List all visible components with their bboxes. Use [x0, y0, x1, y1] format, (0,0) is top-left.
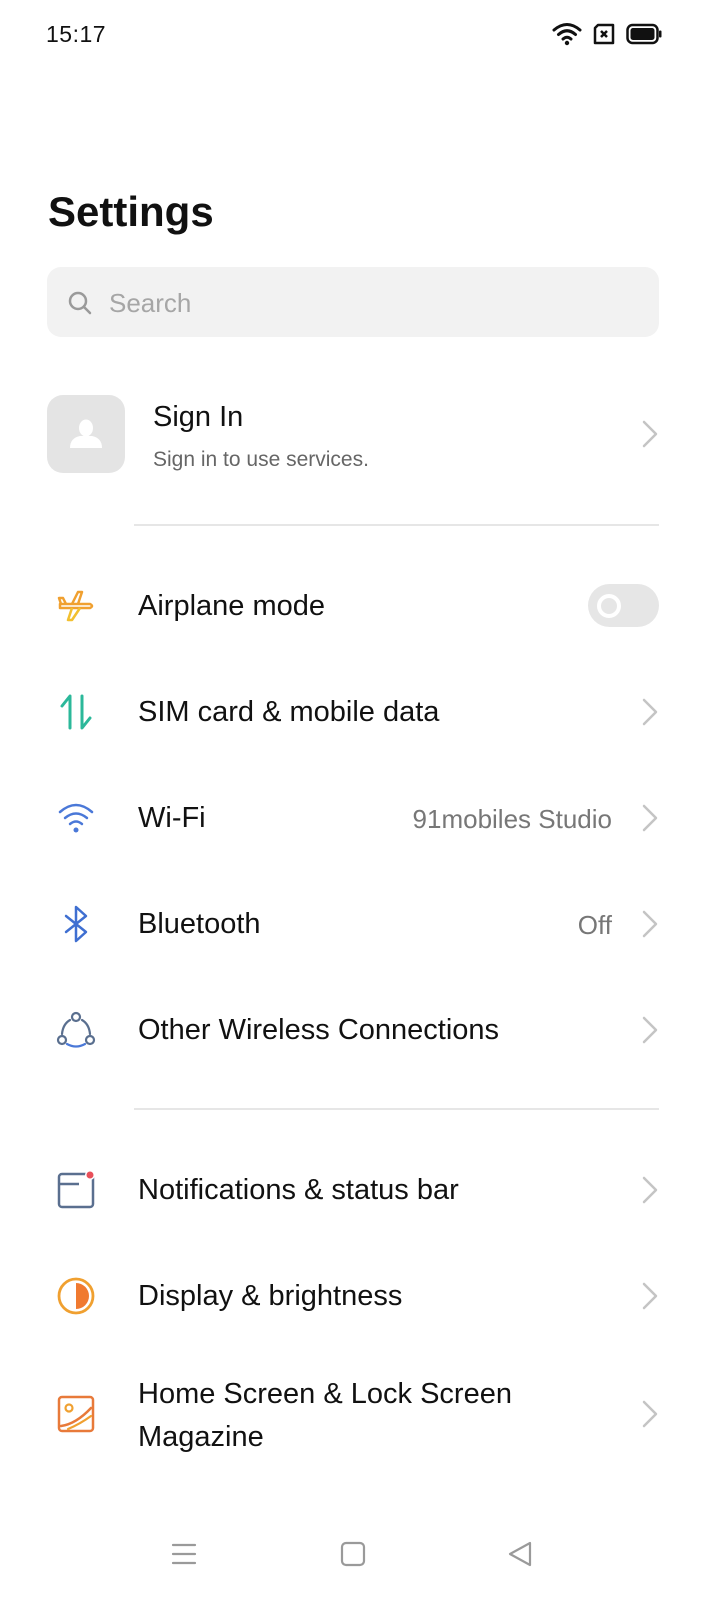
back-button[interactable]: [500, 1534, 540, 1574]
navigation-bar: [0, 1510, 720, 1600]
settings-screen: 15:17 Settings Search Sign In Sign in to…: [0, 0, 720, 1600]
airplane-mode-label: Airplane mode: [138, 590, 325, 622]
bluetooth-status-value: Off: [577, 910, 612, 940]
wifi-icon: [56, 798, 96, 838]
back-triangle-icon: [508, 1541, 532, 1567]
wifi-network-value: 91mobiles Studio: [412, 804, 612, 834]
sign-in-subtitle: Sign in to use services.: [153, 448, 369, 471]
other-wireless-row[interactable]: Other Wireless Connections: [0, 977, 720, 1083]
chevron-right-icon: [642, 420, 658, 448]
toggle-knob: [597, 594, 621, 618]
wifi-label: Wi-Fi: [138, 802, 206, 834]
divider: [134, 1108, 659, 1110]
bluetooth-icon: [56, 904, 96, 944]
home-button[interactable]: [333, 1534, 373, 1574]
notifications-label: Notifications & status bar: [138, 1174, 459, 1206]
display-brightness-row[interactable]: Display & brightness: [0, 1243, 720, 1349]
home-lock-screen-label: Home Screen & Lock Screen Magazine: [138, 1378, 512, 1453]
connections-icon: [56, 1010, 96, 1050]
home-lock-screen-row[interactable]: Home Screen & Lock Screen Magazine: [0, 1349, 720, 1479]
other-wireless-label: Other Wireless Connections: [138, 1014, 500, 1046]
search-input[interactable]: [107, 267, 631, 339]
home-square-icon: [340, 1541, 366, 1567]
sim-card-label: SIM card & mobile data: [138, 696, 440, 728]
search-icon: [68, 291, 92, 315]
search-bar[interactable]: [47, 267, 659, 339]
mobile-data-icon: [56, 692, 96, 732]
menu-button[interactable]: [164, 1534, 204, 1574]
airplane-mode-toggle[interactable]: [588, 584, 659, 627]
display-brightness-label: Display & brightness: [138, 1280, 403, 1312]
chevron-right-icon: [642, 804, 658, 832]
menu-icon: [171, 1543, 197, 1565]
airplane-mode-row[interactable]: Airplane mode: [0, 553, 720, 659]
page-title: Settings: [48, 188, 214, 235]
chevron-right-icon: [642, 1176, 658, 1204]
bluetooth-label: Bluetooth: [138, 908, 261, 940]
notification-icon: [56, 1170, 96, 1210]
chevron-right-icon: [642, 1282, 658, 1310]
status-time: 15:17: [46, 21, 107, 47]
airplane-icon: [56, 586, 96, 626]
chevron-right-icon: [642, 910, 658, 938]
status-icons: [552, 22, 662, 46]
divider: [134, 524, 659, 526]
chevron-right-icon: [642, 1400, 658, 1428]
chevron-right-icon: [642, 698, 658, 726]
sign-in-title: Sign In: [153, 401, 244, 433]
sim-error-icon: [593, 23, 615, 45]
person-icon: [70, 419, 102, 448]
brightness-icon: [56, 1276, 96, 1316]
wifi-row[interactable]: Wi-Fi 91mobiles Studio: [0, 765, 720, 871]
sim-card-row[interactable]: SIM card & mobile data: [0, 659, 720, 765]
avatar: [47, 395, 125, 473]
chevron-right-icon: [642, 1016, 658, 1044]
wallpaper-icon: [56, 1394, 96, 1434]
bluetooth-row[interactable]: Bluetooth Off: [0, 871, 720, 977]
sign-in-row[interactable]: Sign In Sign in to use services.: [0, 375, 720, 495]
status-bar: 15:17: [0, 0, 720, 70]
notifications-row[interactable]: Notifications & status bar: [0, 1137, 720, 1243]
battery-icon: [626, 23, 662, 45]
wifi-icon: [552, 23, 582, 46]
